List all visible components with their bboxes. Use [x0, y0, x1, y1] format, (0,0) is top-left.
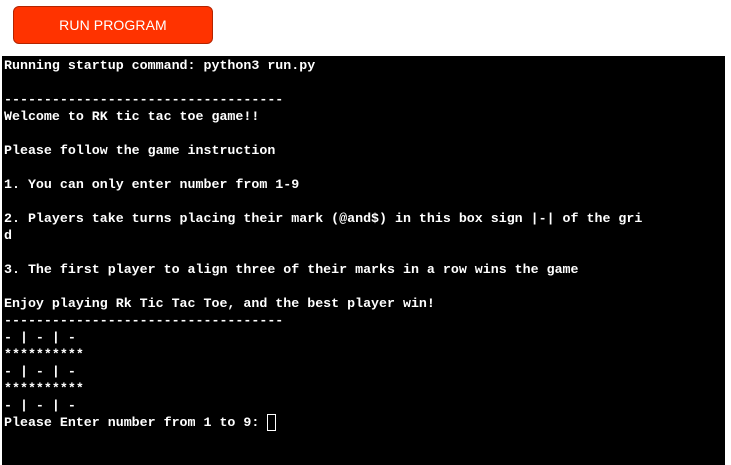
board-separator: **********: [4, 381, 84, 396]
board-row: - | - | -: [4, 398, 76, 413]
terminal-line: 3. The first player to align three of th…: [4, 262, 579, 277]
input-prompt[interactable]: Please Enter number from 1 to 9:: [4, 414, 725, 431]
terminal-line: 2. Players take turns placing their mark…: [4, 211, 643, 226]
terminal-cursor[interactable]: [267, 414, 277, 431]
terminal-line: Running startup command: python3 run.py: [4, 58, 316, 73]
terminal-line: -----------------------------------: [4, 313, 284, 328]
terminal-line: Welcome to RK tic tac toe game!!: [4, 109, 260, 124]
terminal-line: -----------------------------------: [4, 92, 284, 107]
board-separator: **********: [4, 347, 84, 362]
terminal-line: 1. You can only enter number from 1-9: [4, 177, 300, 192]
board-row: - | - | -: [4, 364, 76, 379]
terminal-line: Please follow the game instruction: [4, 143, 276, 158]
board-row: - | - | -: [4, 330, 76, 345]
terminal-line: Enjoy playing Rk Tic Tac Toe, and the be…: [4, 296, 435, 311]
run-program-button[interactable]: RUN PROGRAM: [13, 6, 213, 44]
prompt-text: Please Enter number from 1 to 9:: [4, 415, 268, 430]
terminal-output[interactable]: Running startup command: python3 run.py …: [2, 56, 725, 465]
terminal-line: d: [4, 228, 12, 243]
